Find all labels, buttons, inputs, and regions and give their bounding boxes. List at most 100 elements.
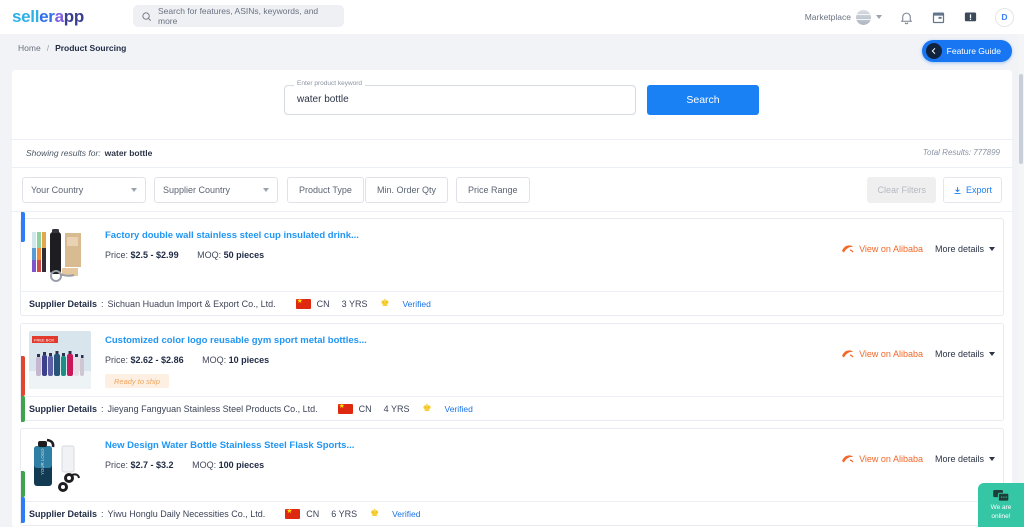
supplier-colon: : bbox=[101, 509, 104, 519]
breadcrumb-home[interactable]: Home bbox=[18, 43, 41, 53]
vertical-scrollbar[interactable] bbox=[1018, 34, 1024, 527]
chevron-down-icon bbox=[131, 188, 137, 192]
bell-icon[interactable] bbox=[899, 10, 914, 25]
product-image-2: FREE BOX bbox=[29, 331, 91, 389]
filter-your-country[interactable]: Your Country bbox=[22, 177, 146, 203]
product-card[interactable]: YOUR LOGO New Design Water Bottle bbox=[20, 428, 1004, 526]
product-info: Customized color logo reusable gym sport… bbox=[105, 331, 995, 389]
feature-guide-label: Feature Guide bbox=[947, 46, 1001, 56]
supplier-country-code: CN bbox=[317, 299, 330, 309]
alibaba-icon bbox=[840, 243, 855, 254]
product-actions: View on Alibaba More details bbox=[840, 243, 995, 254]
filter-bar: Your Country Supplier Country Product Ty… bbox=[12, 168, 1012, 212]
more-details-button[interactable]: More details bbox=[935, 454, 995, 464]
supplier-name: Jieyang Fangyuan Stainless Steel Product… bbox=[108, 404, 318, 414]
product-search-block: Enter product keyword water bottle Searc… bbox=[12, 70, 1012, 140]
product-thumbnail[interactable] bbox=[29, 226, 91, 284]
alibaba-icon bbox=[840, 348, 855, 359]
supplier-country-code: CN bbox=[359, 404, 372, 414]
filter-price-range[interactable]: Price Range bbox=[456, 177, 530, 203]
moq-label: MOQ: bbox=[202, 355, 226, 365]
product-keyword-input[interactable]: Enter product keyword water bottle bbox=[284, 85, 636, 115]
filter-product-type[interactable]: Product Type bbox=[287, 177, 364, 203]
view-on-alibaba-link[interactable]: View on Alibaba bbox=[840, 243, 923, 254]
feature-guide-button[interactable]: Feature Guide bbox=[922, 40, 1012, 62]
verified-badge: Verified bbox=[402, 299, 430, 309]
svg-text:FREE BOX: FREE BOX bbox=[34, 338, 55, 343]
chat-widget[interactable]: We are online! bbox=[978, 483, 1024, 527]
filter-supplier-country[interactable]: Supplier Country bbox=[154, 177, 278, 203]
sellerapp-logo[interactable]: sellerapp bbox=[12, 7, 84, 27]
supplier-years: 6 YRS bbox=[331, 509, 357, 519]
chat-line-2: online! bbox=[991, 513, 1010, 521]
flag-cn-icon bbox=[285, 509, 300, 519]
product-thumbnail[interactable]: YOUR LOGO bbox=[29, 436, 91, 494]
export-button[interactable]: Export bbox=[943, 177, 1002, 203]
product-actions: View on Alibaba More details bbox=[840, 453, 995, 464]
product-price: $2.7 - $3.2 bbox=[131, 460, 174, 470]
breadcrumb: Home / Product Sourcing bbox=[18, 43, 126, 53]
product-moq: 50 pieces bbox=[224, 250, 265, 260]
product-title[interactable]: New Design Water Bottle Stainless Steel … bbox=[105, 439, 995, 452]
product-main-row: YOUR LOGO New Design Water Bottle bbox=[29, 436, 995, 494]
flag-cn-icon bbox=[296, 299, 311, 309]
crown-icon: ♚ bbox=[423, 403, 432, 414]
search-button[interactable]: Search bbox=[647, 85, 759, 115]
product-keyword-label: Enter product keyword bbox=[294, 80, 365, 87]
product-price: $2.62 - $2.86 bbox=[131, 355, 184, 365]
verified-badge: Verified bbox=[445, 404, 473, 414]
breadcrumb-bar: Home / Product Sourcing bbox=[0, 34, 1024, 66]
product-moq: 100 pieces bbox=[219, 460, 265, 470]
verified-badge: Verified bbox=[392, 509, 420, 519]
logo-text-a: a bbox=[55, 7, 64, 26]
showing-results-value: water bottle bbox=[105, 148, 153, 158]
logo-text-pp: pp bbox=[64, 7, 84, 26]
chevron-down-icon bbox=[989, 457, 995, 461]
showing-results: Showing results for: water bottle bbox=[26, 148, 152, 158]
product-image-3: YOUR LOGO bbox=[29, 436, 91, 494]
chevron-down-icon bbox=[876, 15, 882, 19]
calendar-icon[interactable] bbox=[931, 10, 946, 25]
breadcrumb-current: Product Sourcing bbox=[55, 43, 126, 53]
view-on-alibaba-link[interactable]: View on Alibaba bbox=[840, 453, 923, 464]
scrollbar-thumb[interactable] bbox=[1019, 74, 1023, 164]
more-details-button[interactable]: More details bbox=[935, 349, 995, 359]
card-edge-marker bbox=[21, 471, 25, 497]
product-thumbnail[interactable]: FREE BOX bbox=[29, 331, 91, 389]
filter-min-order-qty[interactable]: Min. Order Qty bbox=[365, 177, 448, 203]
search-icon bbox=[141, 11, 152, 22]
showing-results-label: Showing results for: bbox=[26, 148, 101, 158]
product-title[interactable]: Customized color logo reusable gym sport… bbox=[105, 334, 995, 347]
svg-text:YOUR LOGO: YOUR LOGO bbox=[40, 448, 45, 475]
more-details-button[interactable]: More details bbox=[935, 244, 995, 254]
app-root: sellerapp Search for features, ASINs, ke… bbox=[0, 0, 1024, 527]
card-edge-marker bbox=[21, 396, 25, 422]
view-on-alibaba-link[interactable]: View on Alibaba bbox=[840, 348, 923, 359]
export-label: Export bbox=[966, 185, 992, 195]
product-actions: View on Alibaba More details bbox=[840, 348, 995, 359]
supplier-name: Yiwu Honglu Daily Necessities Co., Ltd. bbox=[108, 509, 266, 519]
supplier-details-label: Supplier Details bbox=[29, 404, 97, 414]
feedback-icon[interactable] bbox=[963, 10, 978, 25]
supplier-country-code: CN bbox=[306, 509, 319, 519]
product-card[interactable]: FREE BOX bbox=[20, 323, 1004, 421]
more-details-label: More details bbox=[935, 349, 984, 359]
global-search-input[interactable]: Search for features, ASINs, keywords, an… bbox=[133, 5, 344, 27]
product-main-row: Factory double wall stainless steel cup … bbox=[29, 226, 995, 284]
alibaba-icon bbox=[840, 453, 855, 464]
product-card[interactable]: Factory double wall stainless steel cup … bbox=[20, 218, 1004, 316]
product-main-row: FREE BOX bbox=[29, 331, 995, 389]
price-label: Price: bbox=[105, 250, 128, 260]
globe-icon bbox=[856, 10, 871, 25]
view-on-alibaba-label: View on Alibaba bbox=[859, 454, 923, 464]
product-moq: 10 pieces bbox=[229, 355, 270, 365]
marketplace-selector[interactable]: Marketplace bbox=[805, 10, 882, 25]
avatar[interactable]: D bbox=[995, 8, 1014, 27]
chat-icon bbox=[993, 490, 1009, 503]
supplier-colon: : bbox=[101, 299, 104, 309]
card-edge-marker bbox=[21, 497, 25, 523]
supplier-row: Supplier Details : Yiwu Honglu Daily Nec… bbox=[21, 501, 1003, 525]
supplier-name: Sichuan Huadun Import & Export Co., Ltd. bbox=[108, 299, 276, 309]
product-title[interactable]: Factory double wall stainless steel cup … bbox=[105, 229, 995, 242]
clear-filters-button[interactable]: Clear Filters bbox=[867, 177, 936, 203]
